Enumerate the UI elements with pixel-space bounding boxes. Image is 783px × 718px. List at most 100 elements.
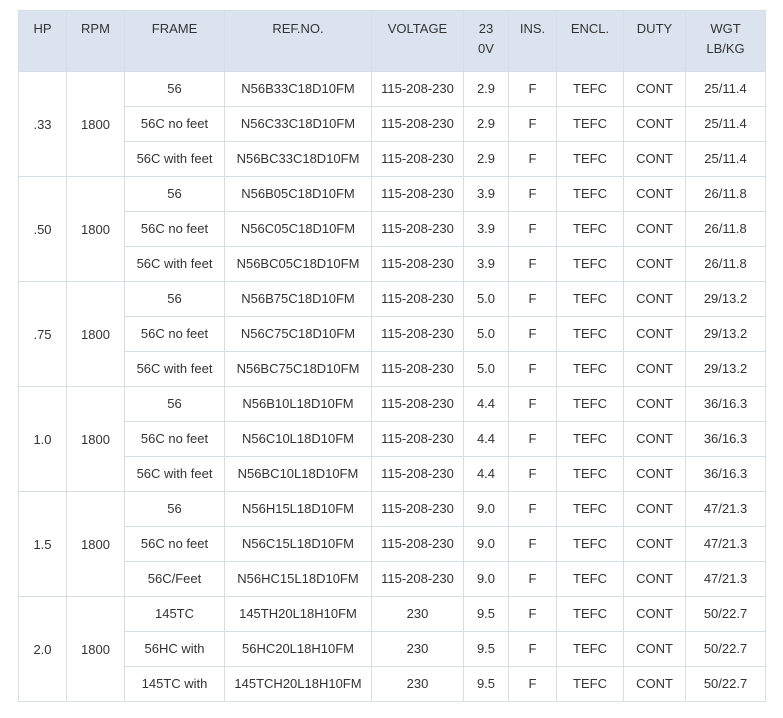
cell-enclosure-text: TEFC <box>573 151 607 166</box>
cell-insulation-text: F <box>528 221 537 236</box>
cell-amps-text: 3.9 <box>476 256 496 271</box>
cell-insulation: F <box>508 176 557 212</box>
cell-enclosure-text: TEFC <box>573 361 607 376</box>
cell-frame-text: 56C with feet <box>136 466 213 481</box>
cell-enclosure-text: TEFC <box>573 431 607 446</box>
cell-frame: 56C no feet <box>124 526 225 562</box>
cell-ref-no-text: 145TCH20L18H10FM <box>234 676 362 691</box>
cell-insulation: F <box>508 71 557 107</box>
cell-ref-no-text: N56BC10L18D10FM <box>237 466 359 481</box>
cell-weight-text: 50/22.7 <box>703 676 748 691</box>
cell-amps-text: 9.5 <box>476 641 496 656</box>
cell-ref-no: N56BC05C18D10FM <box>224 246 372 282</box>
cell-weight-text: 50/22.7 <box>703 641 748 656</box>
header-duty: DUTY <box>623 10 686 72</box>
cell-insulation: F <box>508 596 557 632</box>
header-frame: FRAME <box>124 10 225 72</box>
cell-voltage: 115-208-230 <box>371 281 464 317</box>
cell-duty: CONT <box>623 561 686 597</box>
cell-weight-text: 25/11.4 <box>704 151 747 166</box>
cell-amps: 9.5 <box>463 596 509 632</box>
cell-weight-text: 47/21.3 <box>703 571 748 586</box>
cell-duty-text: CONT <box>636 151 673 166</box>
cell-voltage-text: 115-208-230 <box>381 81 454 96</box>
cell-ref-no-text: N56BC05C18D10FM <box>236 256 360 271</box>
cell-enclosure: TEFC <box>556 666 624 702</box>
header-weight-line1: WGT <box>710 21 741 36</box>
cell-insulation: F <box>508 491 557 527</box>
cell-voltage: 115-208-230 <box>371 351 464 387</box>
cell-duty-text: CONT <box>636 396 673 411</box>
header-amps-230v: 23 0V <box>463 10 509 72</box>
cell-amps: 9.0 <box>463 526 509 562</box>
cell-weight-text: 25/11.4 <box>704 81 747 96</box>
cell-enclosure-text: TEFC <box>573 256 607 271</box>
cell-frame-text: 56 <box>167 291 182 306</box>
cell-frame: 56C no feet <box>124 106 225 142</box>
header-voltage: VOLTAGE <box>371 10 464 72</box>
cell-ref-no: 56HC20L18H10FM <box>224 631 372 667</box>
cell-weight: 29/13.2 <box>685 281 766 317</box>
cell-rpm: 1800 <box>66 71 125 177</box>
cell-enclosure-text: TEFC <box>573 326 607 341</box>
cell-voltage-text: 115-208-230 <box>381 116 454 131</box>
table-row: 1.0 1800 56 N56B10L18D10FM 115-208-230 4.4 F TE… <box>18 386 766 492</box>
table-row: .50 1800 56 N56B05C18D10FM 115-208-230 3.9 F TE… <box>18 176 766 282</box>
cell-voltage: 115-208-230 <box>371 316 464 352</box>
cell-frame: 56 <box>124 491 225 527</box>
cell-weight-text: 29/13.2 <box>703 326 748 341</box>
cell-amps: 3.9 <box>463 246 509 282</box>
cell-enclosure: TEFC <box>556 71 624 107</box>
cell-insulation: F <box>508 351 557 387</box>
cell-weight: 36/16.3 <box>685 421 766 457</box>
cell-insulation-text: F <box>528 116 537 131</box>
cell-hp: .75 <box>18 281 67 387</box>
cell-voltage-text: 115-208-230 <box>381 291 454 306</box>
cell-amps: 4.4 <box>463 386 509 422</box>
cell-enclosure-text: TEFC <box>573 221 607 236</box>
cell-ref-no: N56C05C18D10FM <box>224 211 372 247</box>
cell-ref-no: N56BC10L18D10FM <box>224 456 372 492</box>
cell-weight-text: 36/16.3 <box>703 466 748 481</box>
cell-voltage: 230 <box>371 666 464 702</box>
cell-ref-no-text: 145TH20L18H10FM <box>239 606 357 621</box>
cell-enclosure: TEFC <box>556 526 624 562</box>
cell-duty: CONT <box>623 596 686 632</box>
cell-weight: 26/11.8 <box>685 211 766 247</box>
table-row: 56C with feet N56BC75C18D10FM 115-208-230 5… <box>19 351 766 387</box>
table-row: 56C with feet N56BC10L18D10FM 115-208-230 4… <box>19 456 766 492</box>
cell-weight: 25/11.4 <box>685 106 766 142</box>
cell-ref-no-text: N56C10L18D10FM <box>241 431 354 446</box>
cell-hp: 2.0 <box>18 596 67 702</box>
cell-duty: CONT <box>623 141 686 177</box>
cell-enclosure: TEFC <box>556 176 624 212</box>
cell-voltage: 115-208-230 <box>371 561 464 597</box>
cell-ref-no-text: 56HC20L18H10FM <box>241 641 354 656</box>
table-row: .75 1800 56 N56B75C18D10FM 115-208-230 5.0 F TE… <box>18 281 766 387</box>
cell-ref-no-text: N56B33C18D10FM <box>241 81 355 96</box>
cell-weight-text: 50/22.7 <box>703 606 748 621</box>
cell-amps-text: 2.9 <box>476 151 496 166</box>
header-enclosure: ENCL. <box>556 10 624 72</box>
cell-voltage: 115-208-230 <box>371 456 464 492</box>
cell-duty-text: CONT <box>636 256 673 271</box>
cell-duty: CONT <box>623 176 686 212</box>
cell-weight-text: 25/11.4 <box>704 116 747 131</box>
header-row: HP RPM FRAME REF.NO. VOLTAGE 23 0V INS. … <box>18 10 766 72</box>
cell-duty-text: CONT <box>636 116 673 131</box>
cell-weight-text: 36/16.3 <box>703 431 748 446</box>
cell-insulation: F <box>508 421 557 457</box>
cell-frame: 56 <box>124 281 225 317</box>
cell-rpm: 1800 <box>66 596 125 702</box>
cell-insulation: F <box>508 281 557 317</box>
cell-voltage-text: 115-208-230 <box>381 151 454 166</box>
header-amps-line2: 0V <box>478 41 494 56</box>
header-ref-no: REF.NO. <box>224 10 372 72</box>
cell-frame-text: 56C with feet <box>136 361 213 376</box>
cell-voltage-text: 115-208-230 <box>381 536 454 551</box>
cell-ref-no-text: N56B05C18D10FM <box>241 186 355 201</box>
cell-duty-text: CONT <box>636 81 673 96</box>
cell-ref-no: N56BC75C18D10FM <box>224 351 372 387</box>
cell-amps-text: 3.9 <box>476 186 496 201</box>
cell-voltage: 115-208-230 <box>371 386 464 422</box>
